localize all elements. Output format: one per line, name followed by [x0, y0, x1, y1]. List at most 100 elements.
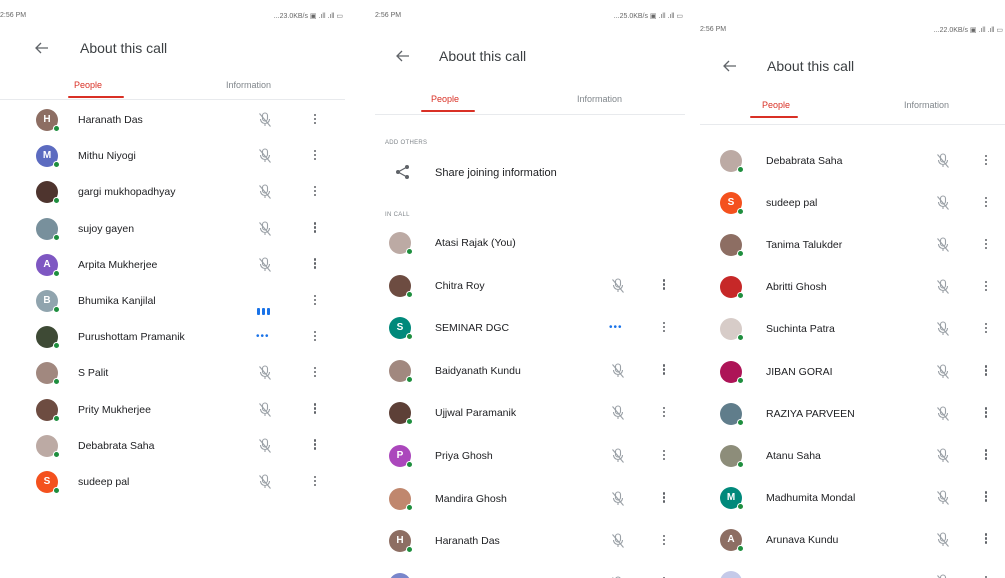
more-vert-icon[interactable] [982, 490, 990, 506]
more-vert-icon[interactable] [311, 112, 319, 128]
more-vert-icon[interactable] [660, 320, 668, 336]
tab-information[interactable]: Information [904, 100, 949, 110]
more-vert-icon[interactable] [982, 153, 990, 169]
participant-row[interactable]: A Arpita Mukherjee [0, 249, 345, 281]
participant-row[interactable]: Ssudeep pal [0, 466, 345, 498]
participant-row[interactable]: Debabrata Saha [0, 430, 345, 462]
tab-indicator [68, 96, 124, 98]
participant-row[interactable]: Ssudeep pal [700, 187, 1005, 219]
participant-row[interactable] [700, 566, 1005, 578]
more-vert-icon[interactable] [660, 363, 668, 379]
avatar-initial: M [726, 491, 736, 503]
more-vert-icon[interactable] [311, 329, 319, 345]
participant-row[interactable]: Chitra Roy [375, 270, 685, 302]
mic-off-icon[interactable] [611, 448, 625, 464]
more-vert-icon[interactable] [311, 257, 319, 273]
participant-name: Arpita Mukherjee [78, 258, 158, 271]
mic-off-icon[interactable] [611, 363, 625, 379]
mic-off-icon[interactable] [258, 112, 272, 128]
mic-off-icon[interactable] [611, 533, 625, 549]
mic-off-icon[interactable] [611, 278, 625, 294]
participant-row[interactable]: JIBAN GORAI [700, 356, 1005, 388]
more-vert-icon[interactable] [660, 448, 668, 464]
participant-row[interactable]: M Madhumita Mondal [700, 482, 1005, 514]
more-vert-icon[interactable] [660, 533, 668, 549]
more-vert-icon[interactable] [660, 278, 668, 294]
tab-people[interactable]: People [431, 94, 459, 104]
mic-off-icon[interactable] [936, 532, 950, 548]
participant-row[interactable]: H Haranath Das [375, 525, 685, 557]
participant-row[interactable]: Suchinta Patra [700, 313, 1005, 345]
mic-off-icon[interactable] [611, 491, 625, 507]
more-vert-icon[interactable] [311, 293, 319, 309]
participant-row[interactable]: RAZIYA PARVEEN [700, 398, 1005, 430]
more-vert-icon[interactable] [311, 184, 319, 200]
mic-off-icon[interactable] [936, 321, 950, 337]
back-arrow-icon[interactable] [395, 48, 415, 66]
avatar [389, 232, 413, 255]
participant-row[interactable]: Prity Mukherjee [0, 394, 345, 426]
mic-off-icon[interactable] [258, 402, 272, 418]
participant-row[interactable]: M Mithu Niyogi [0, 140, 345, 172]
more-vert-icon[interactable] [660, 491, 668, 507]
back-arrow-icon[interactable] [34, 40, 54, 58]
mic-off-icon[interactable] [936, 237, 950, 253]
participant-row[interactable]: S SEMINAR DGC ••• [375, 312, 685, 344]
mic-off-icon[interactable] [936, 153, 950, 169]
mic-off-icon[interactable] [258, 257, 272, 273]
more-vert-icon[interactable] [982, 237, 990, 253]
participant-row[interactable] [375, 568, 685, 578]
more-vert-icon[interactable] [660, 405, 668, 421]
more-vert-icon[interactable] [311, 474, 319, 490]
participant-row[interactable]: Debabrata Saha [700, 145, 1005, 177]
mic-off-icon[interactable] [936, 195, 950, 211]
mic-off-icon[interactable] [258, 221, 272, 237]
mic-off-icon[interactable] [936, 448, 950, 464]
mic-off-icon[interactable] [258, 474, 272, 490]
participant-row[interactable]: Abritti Ghosh [700, 271, 1005, 303]
participant-row[interactable]: Baidyanath Kundu [375, 355, 685, 387]
participant-row[interactable]: A Arunava Kundu [700, 524, 1005, 556]
mic-off-icon[interactable] [936, 574, 950, 578]
participant-row[interactable]: Atasi Rajak (You) [375, 227, 685, 259]
mic-off-icon[interactable] [258, 184, 272, 200]
back-arrow-icon[interactable] [722, 58, 742, 76]
more-vert-icon[interactable] [982, 364, 990, 380]
more-vert-icon[interactable] [982, 448, 990, 464]
mic-off-icon[interactable] [258, 438, 272, 454]
participant-row[interactable]: P Priya Ghosh [375, 440, 685, 472]
participant-row[interactable]: Atanu Saha [700, 440, 1005, 472]
more-vert-icon[interactable] [982, 321, 990, 337]
more-vert-icon[interactable] [311, 365, 319, 381]
more-vert-icon[interactable] [311, 438, 319, 454]
tab-people[interactable]: People [762, 100, 790, 110]
share-joining-info-button[interactable]: Share joining information [375, 157, 685, 187]
more-vert-icon[interactable] [311, 148, 319, 164]
participant-row[interactable]: Purushottam Pramanik ••• [0, 321, 345, 353]
more-vert-icon[interactable] [982, 574, 990, 578]
tab-people[interactable]: People [74, 80, 102, 90]
more-vert-icon[interactable] [311, 221, 319, 237]
participant-row[interactable]: Ujjwal Paramanik [375, 397, 685, 429]
more-vert-icon[interactable] [982, 195, 990, 211]
mic-off-icon[interactable] [258, 365, 272, 381]
participant-row[interactable]: Tanima Talukder [700, 229, 1005, 261]
mic-off-icon[interactable] [258, 148, 272, 164]
mic-off-icon[interactable] [936, 490, 950, 506]
participant-row[interactable]: gargi mukhopadhyay [0, 176, 345, 208]
more-vert-icon[interactable] [311, 402, 319, 418]
mic-off-icon[interactable] [936, 279, 950, 295]
more-vert-icon[interactable] [982, 406, 990, 422]
more-vert-icon[interactable] [982, 279, 990, 295]
participant-row[interactable]: Mandira Ghosh [375, 483, 685, 515]
more-vert-icon[interactable] [982, 532, 990, 548]
participant-row[interactable]: sujoy gayen [0, 213, 345, 245]
participant-row[interactable]: H Haranath Das [0, 104, 345, 136]
tab-information[interactable]: Information [226, 80, 271, 90]
mic-off-icon[interactable] [936, 406, 950, 422]
mic-off-icon[interactable] [936, 363, 950, 380]
mic-off-icon[interactable] [611, 405, 625, 421]
participant-row[interactable]: B Bhumika Kanjilal [0, 285, 345, 317]
tab-information[interactable]: Information [577, 94, 622, 104]
participant-row[interactable]: S Palit [0, 357, 345, 389]
